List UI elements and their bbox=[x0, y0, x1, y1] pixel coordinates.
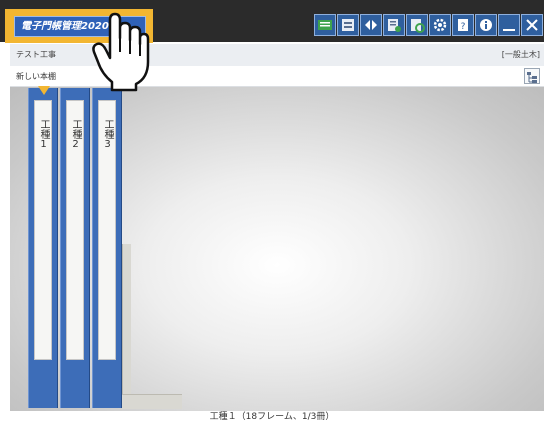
binder-label: 工種2 bbox=[66, 100, 84, 360]
binder-2[interactable]: 工種2 bbox=[60, 88, 90, 408]
tree-icon bbox=[527, 72, 537, 83]
bookshelf-area bbox=[10, 87, 544, 411]
settings-button[interactable] bbox=[429, 14, 451, 36]
bookend-base bbox=[122, 394, 182, 409]
list-view-button[interactable] bbox=[314, 14, 336, 36]
close-icon bbox=[526, 19, 538, 31]
status-text: 工種１（18フレーム、1/3冊） bbox=[209, 412, 335, 422]
svg-text:?: ? bbox=[461, 22, 466, 32]
close-button[interactable] bbox=[521, 14, 543, 36]
refresh-icon bbox=[411, 19, 425, 33]
project-header: テスト工事 [一般土木] bbox=[10, 44, 544, 67]
info-button[interactable] bbox=[475, 14, 497, 36]
new-binder-label[interactable]: 新しい本棚 bbox=[16, 71, 56, 82]
help-icon: ? bbox=[458, 19, 468, 32]
help-button[interactable]: ? bbox=[452, 14, 474, 36]
minimize-icon bbox=[503, 29, 515, 31]
print-button[interactable] bbox=[337, 14, 359, 36]
move-button[interactable] bbox=[360, 14, 382, 36]
list-icon bbox=[318, 20, 332, 30]
arrows-icon bbox=[365, 20, 377, 30]
binder-label: 工種3 bbox=[98, 100, 116, 360]
document-icon bbox=[388, 19, 401, 32]
project-name: テスト工事 bbox=[16, 50, 56, 59]
minimize-button[interactable] bbox=[498, 14, 520, 36]
info-icon bbox=[480, 19, 492, 31]
document-button[interactable] bbox=[383, 14, 405, 36]
binder-3[interactable]: 工種3 bbox=[92, 88, 122, 408]
hand-pointer-icon bbox=[92, 12, 150, 92]
printer-icon bbox=[342, 19, 354, 31]
refresh-button[interactable] bbox=[406, 14, 428, 36]
binder-1[interactable]: 工種1 bbox=[28, 88, 58, 408]
category-label: [一般土木] bbox=[501, 50, 540, 59]
shelf-toolbar: 新しい本棚 bbox=[10, 66, 544, 87]
bookend bbox=[122, 244, 131, 398]
selection-pointer-icon bbox=[38, 86, 50, 95]
gear-icon bbox=[433, 18, 447, 32]
tree-view-button[interactable] bbox=[524, 68, 540, 84]
binder-label: 工種1 bbox=[34, 100, 52, 360]
